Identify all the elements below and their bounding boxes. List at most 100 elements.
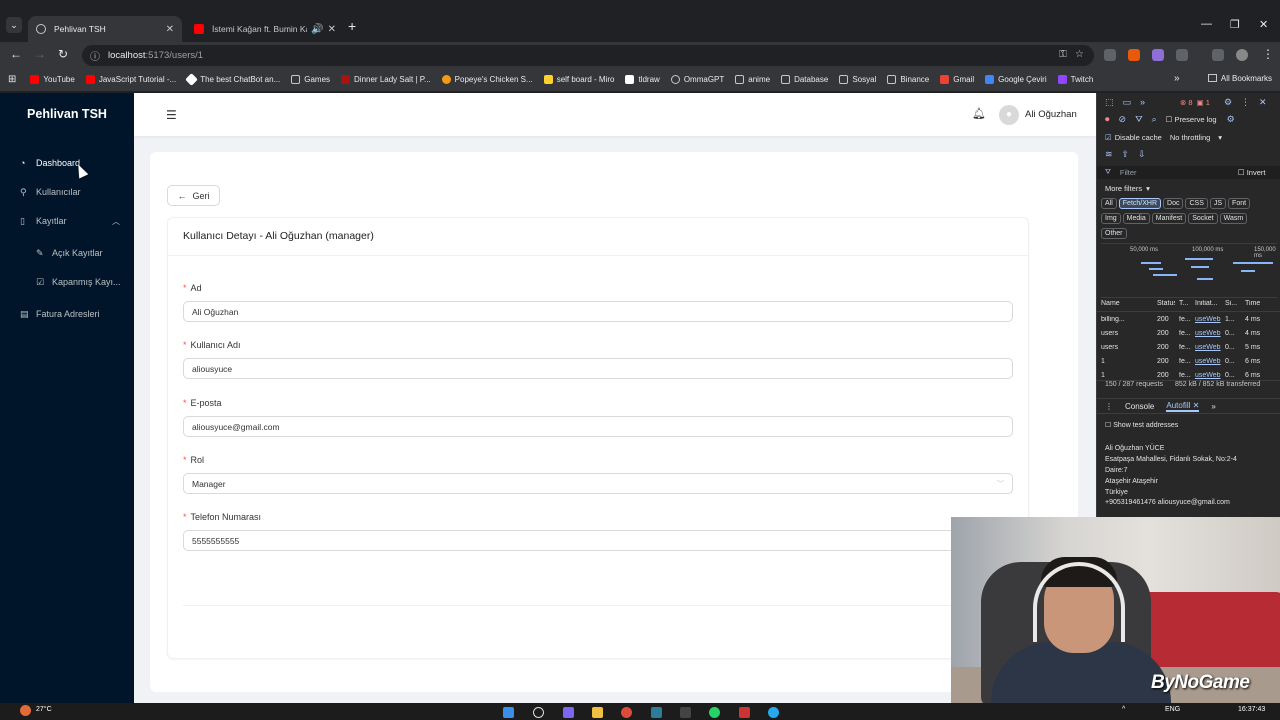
- chip-media[interactable]: Media: [1122, 213, 1150, 224]
- search-icon[interactable]: [533, 707, 544, 718]
- role-select[interactable]: Manager ﹀: [183, 473, 1013, 494]
- inspect-icon[interactable]: ⬚: [1105, 97, 1114, 108]
- bookmark-gmail[interactable]: Gmail: [940, 75, 974, 84]
- windows-start-icon[interactable]: [503, 707, 514, 718]
- file-explorer-icon[interactable]: [592, 707, 603, 718]
- reload-icon[interactable]: ↻: [58, 47, 68, 61]
- app-icon[interactable]: [739, 707, 750, 718]
- search-icon[interactable]: ⌕: [1152, 114, 1157, 125]
- chip-doc[interactable]: Doc: [1163, 198, 1184, 209]
- request-initiator[interactable]: useWeb: [1191, 372, 1221, 379]
- bookmark-js-tutorial[interactable]: JavaScript Tutorial -...: [85, 75, 176, 84]
- disable-cache-checkbox[interactable]: ☑: [1105, 133, 1112, 142]
- bookmark-database[interactable]: Database: [781, 75, 828, 84]
- tab-autofill[interactable]: Autofill ✕: [1166, 401, 1200, 412]
- sidebar-item-invoice-addresses[interactable]: ▤ Fatura Adresleri: [0, 304, 134, 324]
- chip-wasm[interactable]: Wasm: [1219, 213, 1248, 224]
- window-close-icon[interactable]: ✕: [1259, 18, 1268, 31]
- tab-youtube[interactable]: İstemi Kağan ft. Bumin Kağ 🔊 ✕: [186, 16, 344, 42]
- site-info-icon[interactable]: ⓘ: [90, 48, 100, 63]
- column-header[interactable]: Initiat...: [1191, 300, 1221, 311]
- menu-toggle-icon[interactable]: ☰: [166, 108, 177, 122]
- name-field[interactable]: Ali Oğuzhan: [183, 301, 1013, 322]
- clear-icon[interactable]: ⊘: [1119, 114, 1127, 125]
- bookmark-anime[interactable]: anime: [735, 75, 770, 84]
- bookmark-google-translate[interactable]: Google Çeviri: [985, 75, 1047, 84]
- bookmark-twitch[interactable]: Twitch: [1057, 75, 1093, 84]
- column-header[interactable]: Name: [1097, 300, 1153, 311]
- all-bookmarks[interactable]: All Bookmarks: [1207, 74, 1272, 83]
- clock[interactable]: 16:37:43: [1238, 706, 1265, 713]
- chip-js[interactable]: JS: [1209, 198, 1227, 209]
- media-control-icon[interactable]: [1212, 49, 1224, 61]
- back-button[interactable]: ← Geri: [167, 185, 220, 206]
- new-tab-button[interactable]: +: [348, 18, 356, 34]
- request-initiator[interactable]: useWeb: [1191, 358, 1221, 365]
- chip-socket[interactable]: Socket: [1188, 213, 1218, 224]
- bookmark-miro[interactable]: self board - Miro: [543, 75, 614, 84]
- chip-all[interactable]: All: [1101, 198, 1117, 209]
- table-row[interactable]: 1 200 fe... useWeb 0... 6 ms: [1097, 354, 1280, 368]
- request-initiator[interactable]: useWeb: [1191, 330, 1221, 337]
- close-icon[interactable]: ✕: [166, 24, 174, 35]
- chrome-icon[interactable]: [621, 707, 632, 718]
- bookmark-chatbot[interactable]: The best ChatBot an...: [185, 73, 280, 86]
- sidebar-item-records[interactable]: ▯ Kayıtlar ︿: [0, 211, 134, 231]
- filter-input[interactable]: Filter: [1120, 168, 1238, 177]
- copilot-icon[interactable]: [563, 707, 574, 718]
- kebab-menu-icon[interactable]: ⋮: [1262, 47, 1274, 61]
- bookmark-youtube[interactable]: YouTube: [30, 75, 75, 84]
- avatar[interactable]: ●: [999, 105, 1019, 125]
- column-header[interactable]: Si...: [1221, 300, 1241, 311]
- chip-img[interactable]: Img: [1101, 213, 1121, 224]
- chip-font[interactable]: Font: [1228, 198, 1251, 209]
- bookmark-games[interactable]: Games: [291, 75, 330, 84]
- gear-icon[interactable]: ⚙: [1224, 97, 1232, 108]
- apps-grid-icon[interactable]: ⊞: [8, 74, 16, 85]
- bookmark-sosyal[interactable]: Sosyal: [839, 75, 876, 84]
- bookmark-dinner-lady[interactable]: Dinner Lady Salt | P...: [341, 75, 431, 84]
- column-header[interactable]: Status: [1153, 300, 1175, 311]
- header-username[interactable]: Ali Oğuzhan: [1025, 109, 1077, 120]
- minimize-icon[interactable]: —: [1201, 18, 1212, 30]
- sidebar-item-dashboard[interactable]: ◔ Dashboard: [0, 153, 134, 173]
- weather-temperature[interactable]: 27°C: [36, 706, 52, 713]
- chip-manifest[interactable]: Manifest: [1151, 213, 1187, 224]
- extension-fox-icon[interactable]: [1128, 49, 1140, 61]
- show-test-addresses-checkbox[interactable]: ☐ Show test addresses: [1105, 421, 1178, 429]
- gear-icon[interactable]: ⚙: [1227, 114, 1235, 125]
- address-bar[interactable]: ⓘ localhost:5173/users/1 ⚿ ☆: [82, 45, 1094, 66]
- sidebar-item-open-records[interactable]: ✎ Açık Kayıtlar: [0, 243, 134, 263]
- back-arrow-icon[interactable]: ←: [10, 47, 22, 61]
- table-row[interactable]: billing... 200 fe... useWeb 1... 4 ms: [1097, 312, 1280, 326]
- username-field[interactable]: aliousyuce: [183, 358, 1013, 379]
- more-tabs-icon[interactable]: »: [1211, 402, 1215, 411]
- tab-search-button[interactable]: ⌄: [6, 17, 22, 33]
- telegram-icon[interactable]: [768, 707, 779, 718]
- bookmark-popeyes[interactable]: Popeye's Chicken S...: [441, 75, 533, 84]
- table-row[interactable]: users 200 fe... useWeb 0... 5 ms: [1097, 340, 1280, 354]
- extension-pen-icon[interactable]: [1104, 49, 1116, 61]
- device-toolbar-icon[interactable]: ▭: [1123, 97, 1132, 108]
- sidebar-item-closed-records[interactable]: ☑ Kapanmış Kayı...: [0, 272, 134, 292]
- more-filters[interactable]: More filters ▾: [1097, 183, 1280, 194]
- terminal-icon[interactable]: [680, 707, 691, 718]
- filter-icon[interactable]: ⛛: [1135, 114, 1143, 125]
- chevron-up-icon[interactable]: ^: [1122, 706, 1125, 713]
- profile-avatar-icon[interactable]: [1236, 49, 1248, 61]
- forward-arrow-icon[interactable]: →: [34, 47, 46, 61]
- phone-field[interactable]: 5555555555: [183, 530, 1013, 551]
- request-initiator[interactable]: useWeb: [1191, 344, 1221, 351]
- vscode-icon[interactable]: [651, 707, 662, 718]
- tab-pehlivan-tsh[interactable]: Pehlivan TSH ✕: [28, 16, 182, 42]
- record-icon[interactable]: ⏺: [1105, 114, 1110, 125]
- bookmark-tldraw[interactable]: tldraw: [625, 75, 660, 84]
- chip-other[interactable]: Other: [1101, 228, 1127, 239]
- whatsapp-icon[interactable]: [709, 707, 720, 718]
- chip-fetch-xhr[interactable]: Fetch/XHR: [1118, 198, 1162, 209]
- kebab-menu-icon[interactable]: ⋮: [1241, 97, 1250, 108]
- bookmark-binance[interactable]: Binance: [887, 75, 929, 84]
- speaker-icon[interactable]: 🔊: [311, 24, 323, 35]
- bookmark-ommagpt[interactable]: OmmaGPT: [670, 75, 724, 84]
- extensions-puzzle-icon[interactable]: [1176, 49, 1188, 61]
